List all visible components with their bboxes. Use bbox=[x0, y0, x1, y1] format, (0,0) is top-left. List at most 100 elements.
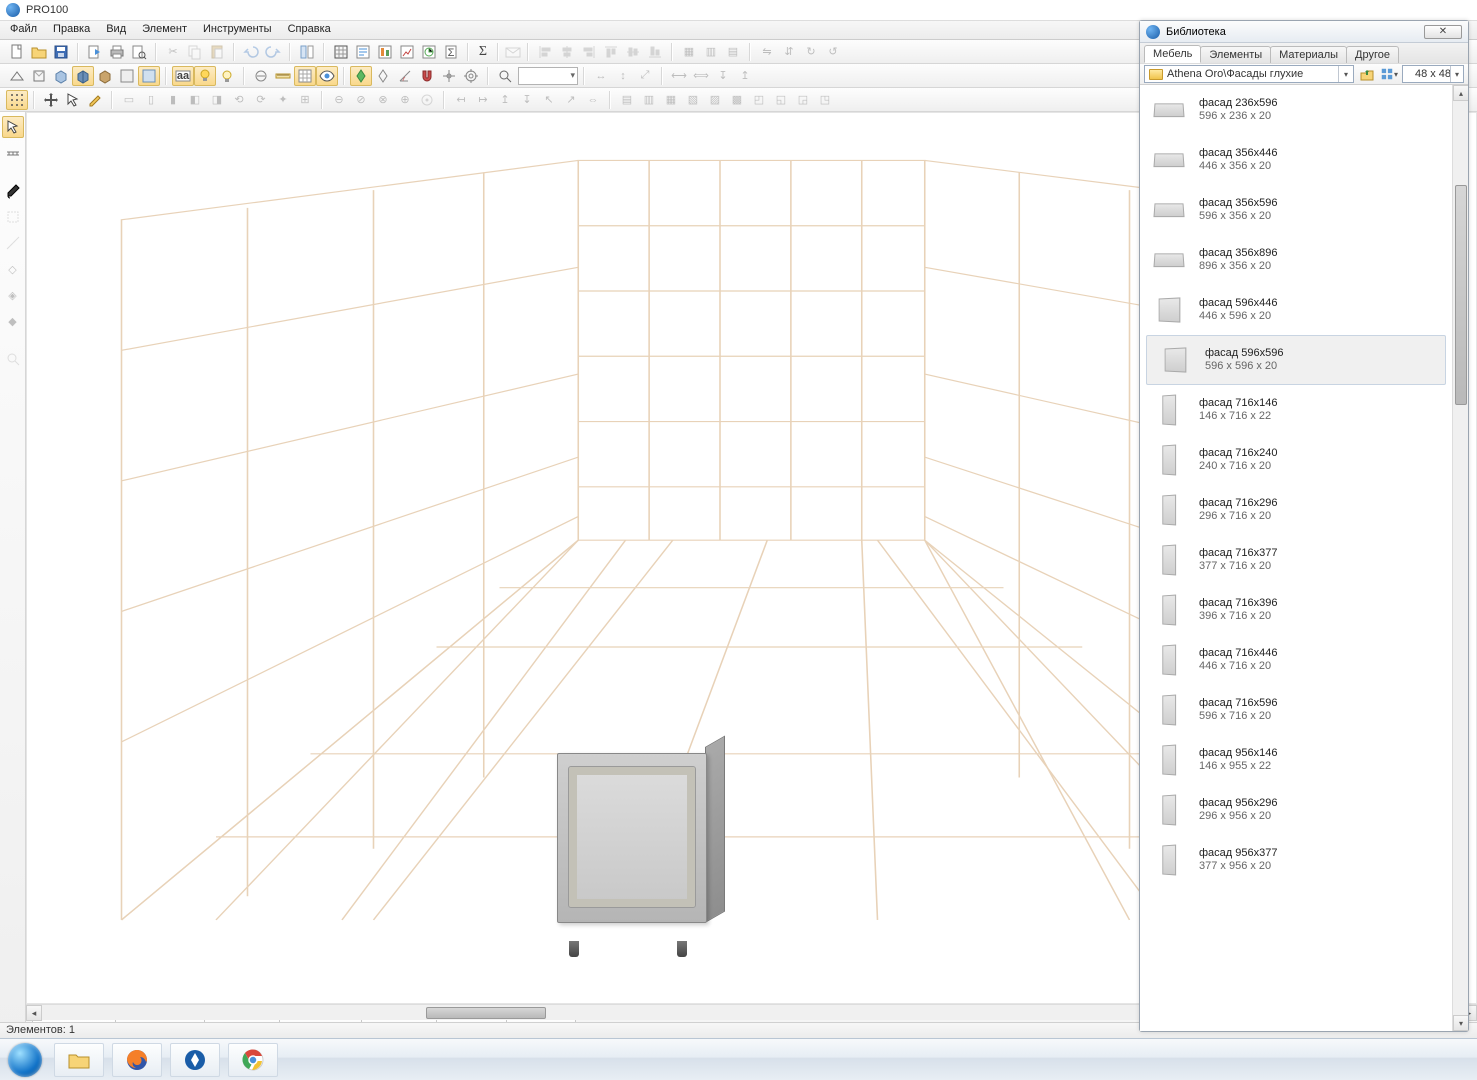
group-2-button[interactable]: ▯ bbox=[140, 90, 162, 110]
labels-button[interactable]: aа bbox=[172, 66, 194, 86]
layer-1-button[interactable]: ▤ bbox=[616, 90, 638, 110]
tool-select[interactable] bbox=[2, 116, 24, 138]
library-tab[interactable]: Материалы bbox=[1270, 46, 1347, 63]
library-item[interactable]: фасад 716x296296 x 716 x 20 bbox=[1140, 485, 1452, 535]
tool-zoom[interactable] bbox=[2, 348, 24, 370]
scroll-down-button[interactable]: ▾ bbox=[1453, 1015, 1468, 1031]
layer-4-button[interactable]: ▧ bbox=[682, 90, 704, 110]
eye-button[interactable] bbox=[316, 66, 338, 86]
library-view-button[interactable]: ▾ bbox=[1380, 65, 1398, 83]
library-item[interactable]: фасад 716x146146 x 716 x 22 bbox=[1140, 385, 1452, 435]
bulb-button[interactable] bbox=[216, 66, 238, 86]
library-item[interactable]: фасад 956x296296 x 956 x 20 bbox=[1140, 785, 1452, 835]
select-arrow-button[interactable] bbox=[62, 90, 84, 110]
mv-3-button[interactable]: ↥ bbox=[494, 90, 516, 110]
layer-10-button[interactable]: ◳ bbox=[814, 90, 836, 110]
mv-6-button[interactable]: ↗ bbox=[560, 90, 582, 110]
library-close-button[interactable]: ✕ bbox=[1424, 25, 1462, 39]
copy-button[interactable] bbox=[184, 42, 206, 62]
mv-7-button[interactable]: ⇔ bbox=[582, 90, 604, 110]
rotate-cw-button[interactable]: ↻ bbox=[800, 42, 822, 62]
scroll-thumb[interactable] bbox=[426, 1007, 546, 1019]
magnet-button[interactable] bbox=[416, 66, 438, 86]
edit-node-button[interactable] bbox=[84, 90, 106, 110]
taskbar-app-pro100[interactable] bbox=[170, 1043, 220, 1077]
menu-item[interactable]: Справка bbox=[280, 21, 339, 39]
lamp-button[interactable] bbox=[194, 66, 216, 86]
library-item[interactable]: фасад 716x596596 x 716 x 20 bbox=[1140, 685, 1452, 735]
group-7-button[interactable]: ⟳ bbox=[250, 90, 272, 110]
scroll-thumb[interactable] bbox=[1455, 185, 1467, 405]
tool-shape[interactable] bbox=[2, 206, 24, 228]
scroll-up-button[interactable]: ▴ bbox=[1453, 85, 1468, 101]
filter-1-button[interactable] bbox=[250, 66, 272, 86]
new-file-button[interactable] bbox=[6, 42, 28, 62]
library-vscrollbar[interactable]: ▴ ▾ bbox=[1452, 85, 1468, 1031]
structure-button[interactable] bbox=[330, 42, 352, 62]
tool-measure[interactable] bbox=[2, 232, 24, 254]
view-shaded-button[interactable] bbox=[72, 66, 94, 86]
zoom-button[interactable] bbox=[494, 66, 516, 86]
save-file-button[interactable] bbox=[50, 42, 72, 62]
library-item[interactable]: фасад 956x377377 x 956 x 20 bbox=[1140, 835, 1452, 885]
library-header[interactable]: Библиотека ✕ bbox=[1140, 21, 1468, 43]
library-item[interactable]: фасад 716x240240 x 716 x 20 bbox=[1140, 435, 1452, 485]
view-solid-button[interactable] bbox=[50, 66, 72, 86]
align-top-button[interactable] bbox=[600, 42, 622, 62]
layer-6-button[interactable]: ▩ bbox=[726, 90, 748, 110]
mail-button[interactable] bbox=[502, 42, 524, 62]
library-item[interactable]: фасад 236x596596 x 236 x 20 bbox=[1140, 85, 1452, 135]
mv-5-button[interactable]: ↖ bbox=[538, 90, 560, 110]
align-left-button[interactable] bbox=[534, 42, 556, 62]
snap-point-button[interactable] bbox=[350, 66, 372, 86]
cabinet-model[interactable] bbox=[547, 743, 727, 943]
snap-grid-button[interactable] bbox=[6, 90, 28, 110]
tool-ext-3[interactable]: ◆ bbox=[2, 310, 24, 332]
tool-ext-2[interactable]: ◈ bbox=[2, 284, 24, 306]
redo-button[interactable] bbox=[262, 42, 284, 62]
library-tab[interactable]: Элементы bbox=[1200, 46, 1271, 63]
op-3-button[interactable]: ⊗ bbox=[372, 90, 394, 110]
library-up-button[interactable] bbox=[1358, 65, 1376, 83]
report-4-button[interactable] bbox=[418, 42, 440, 62]
print-preview-button[interactable] bbox=[128, 42, 150, 62]
library-item[interactable]: фасад 716x377377 x 716 x 20 bbox=[1140, 535, 1452, 585]
undo-button[interactable] bbox=[240, 42, 262, 62]
rotate-ccw-button[interactable]: ↺ bbox=[822, 42, 844, 62]
library-item[interactable]: фасад 596x446446 x 596 x 20 bbox=[1140, 285, 1452, 335]
scroll-left-button[interactable]: ◂ bbox=[26, 1005, 42, 1021]
taskbar-app-chrome[interactable] bbox=[228, 1043, 278, 1077]
report-5-button[interactable]: Σ bbox=[440, 42, 462, 62]
menu-item[interactable]: Правка bbox=[45, 21, 98, 39]
flip-h-button[interactable]: ⇋ bbox=[756, 42, 778, 62]
library-item[interactable]: фасад 356x896896 x 356 x 20 bbox=[1140, 235, 1452, 285]
start-button[interactable] bbox=[4, 1042, 46, 1078]
mv-4-button[interactable]: ↧ bbox=[516, 90, 538, 110]
print-button[interactable] bbox=[106, 42, 128, 62]
library-path-combo[interactable]: Athena Oro\Фасады глухие ▾ bbox=[1144, 65, 1354, 83]
distribute-1-button[interactable]: ▦ bbox=[678, 42, 700, 62]
tool-paint[interactable] bbox=[2, 180, 24, 202]
snap-target-button[interactable] bbox=[460, 66, 482, 86]
sum-button[interactable]: Σ bbox=[472, 42, 494, 62]
menu-item[interactable]: Инструменты bbox=[195, 21, 280, 39]
layer-2-button[interactable]: ▥ bbox=[638, 90, 660, 110]
library-tab[interactable]: Другое bbox=[1346, 46, 1399, 63]
center-button[interactable] bbox=[416, 90, 438, 110]
library-item[interactable]: фасад 356x446446 x 356 x 20 bbox=[1140, 135, 1452, 185]
ruler-button[interactable] bbox=[272, 66, 294, 86]
group-1-button[interactable]: ▭ bbox=[118, 90, 140, 110]
align-right-button[interactable] bbox=[578, 42, 600, 62]
library-item[interactable]: фасад 596x596596 x 596 x 20 bbox=[1146, 335, 1446, 385]
group-8-button[interactable]: ✦ bbox=[272, 90, 294, 110]
library-thumbsize-combo[interactable]: 48 x 48 ▾ bbox=[1402, 65, 1464, 83]
group-9-button[interactable]: ⊞ bbox=[294, 90, 316, 110]
align-center-h-button[interactable] bbox=[556, 42, 578, 62]
library-item[interactable]: фасад 716x396396 x 716 x 20 bbox=[1140, 585, 1452, 635]
align-center-v-button[interactable] bbox=[622, 42, 644, 62]
dim-size-1-button[interactable]: ⟷ bbox=[668, 66, 690, 86]
layer-3-button[interactable]: ▦ bbox=[660, 90, 682, 110]
zoom-combo[interactable]: ▾ bbox=[518, 67, 578, 85]
dim-h-button[interactable]: ↔ bbox=[590, 66, 612, 86]
report-3-button[interactable] bbox=[396, 42, 418, 62]
